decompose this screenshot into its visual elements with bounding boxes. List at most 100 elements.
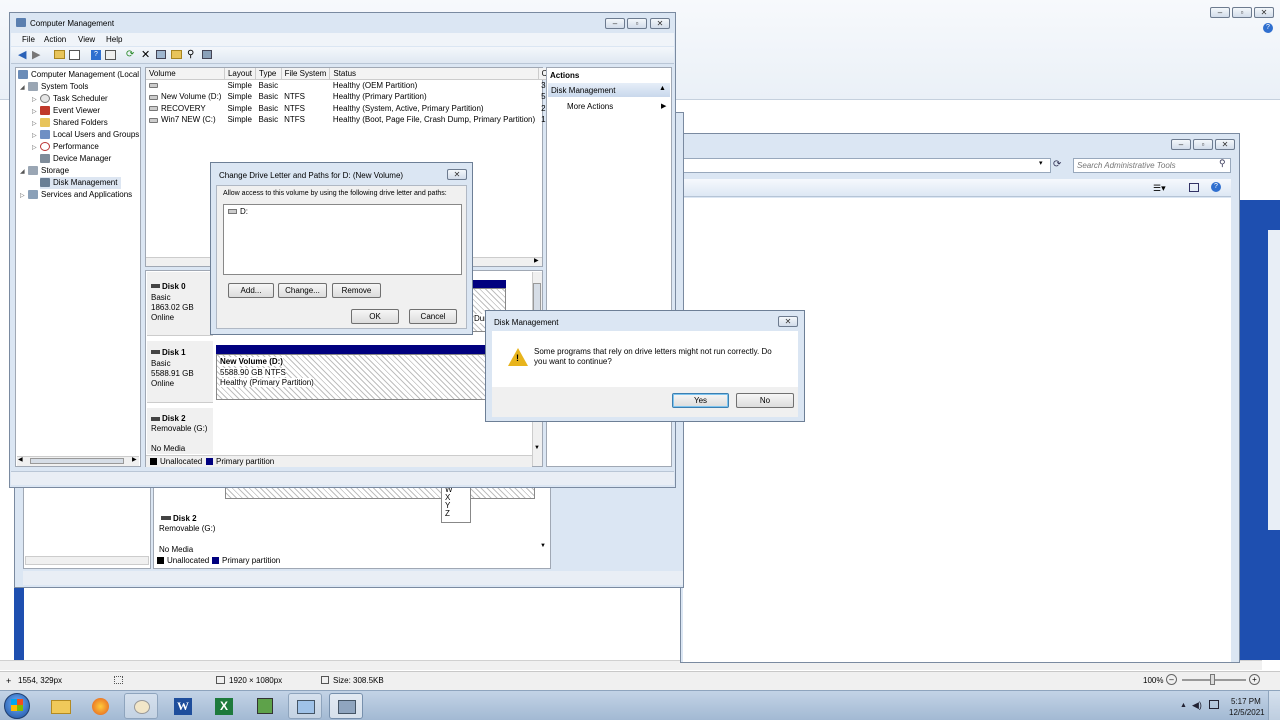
admin-maximize-button[interactable]: ▫ <box>1193 139 1213 150</box>
taskbar-computer-management-icon[interactable] <box>329 693 363 719</box>
cm-close-button[interactable]: ✕ <box>650 18 670 29</box>
tray-time[interactable]: 5:17 PM <box>1231 697 1261 706</box>
show-desktop-button[interactable] <box>1268 691 1280 720</box>
check-disk-icon[interactable] <box>156 50 166 59</box>
tree-scroll-left-icon[interactable]: ◀ <box>18 456 23 463</box>
taskbar-word-icon[interactable]: W <box>166 693 200 719</box>
tray-show-hidden-icon[interactable]: ▲ <box>1180 702 1187 709</box>
event-viewer-icon <box>40 106 50 116</box>
ok-button[interactable]: OK <box>351 309 399 324</box>
search-disk-icon[interactable]: ⚲ <box>187 49 194 60</box>
views-icon[interactable]: ☰▾ <box>1153 183 1166 194</box>
col-volume[interactable]: Volume <box>146 68 225 80</box>
menu-view[interactable]: View <box>78 35 95 44</box>
shared-folder-icon <box>40 118 50 128</box>
change-button[interactable]: Change... <box>278 283 327 298</box>
add-button[interactable]: Add... <box>228 283 274 298</box>
disk-pane-scroll-down-icon[interactable]: ▼ <box>534 445 540 451</box>
zoom-slider-thumb[interactable] <box>1210 674 1215 685</box>
zoom-in-icon[interactable]: + <box>1249 674 1260 685</box>
search-icon[interactable]: ⚲ <box>1219 158 1226 169</box>
up-folder-icon[interactable] <box>54 50 65 59</box>
more-actions[interactable]: More Actions <box>567 102 613 111</box>
col-status[interactable]: Status <box>329 68 539 80</box>
tree-system-tools[interactable]: ◢ System Tools <box>20 81 88 93</box>
admin-minimize-button[interactable]: – <box>1171 139 1191 150</box>
cm-minimize-button[interactable]: – <box>605 18 625 29</box>
bg-maximize-button[interactable]: ▫ <box>1232 7 1252 18</box>
admin-close-button[interactable]: ✕ <box>1215 139 1235 150</box>
tree-storage[interactable]: ◢ Storage <box>20 165 69 177</box>
forward-icon[interactable]: ▶ <box>32 48 40 61</box>
delete-icon[interactable]: ✕ <box>141 48 150 61</box>
cm-maximize-button[interactable]: ▫ <box>627 18 647 29</box>
drive-paths-list[interactable] <box>223 204 462 275</box>
expanded-icon[interactable]: ◢ <box>20 166 28 178</box>
refresh-view-icon[interactable]: ⟳ <box>126 49 134 60</box>
table-row[interactable]: Win7 NEW (C:) Simple Basic NTFS Healthy … <box>146 114 550 126</box>
bg-close-button[interactable]: ✕ <box>1254 7 1274 18</box>
show-hide-tree-icon[interactable] <box>69 50 80 60</box>
bg-minimize-button[interactable]: – <box>1210 7 1230 18</box>
second-scroll-down-icon[interactable]: ▼ <box>540 543 546 549</box>
tree-services[interactable]: ▷ Services and Applications <box>20 189 132 201</box>
taskbar-excel-icon[interactable]: X <box>207 693 241 719</box>
address-dropdown-icon[interactable]: ▾ <box>1039 159 1043 167</box>
second-tree-scrollbar[interactable] <box>25 556 149 565</box>
yes-button[interactable]: Yes <box>672 393 729 408</box>
col-filesystem[interactable]: File System <box>281 68 331 80</box>
settings-icon[interactable] <box>202 50 212 59</box>
tree-local-users[interactable]: ▷ Local Users and Groups <box>32 129 139 141</box>
zoom-out-icon[interactable]: – <box>1166 674 1177 685</box>
confirm-dialog-close-button[interactable]: ✕ <box>778 316 798 327</box>
collapse-icon[interactable]: ▲ <box>659 85 666 92</box>
table-row[interactable]: New Volume (D:) Simple Basic NTFS Health… <box>146 91 550 103</box>
taskbar-firefox-icon[interactable] <box>84 693 118 719</box>
tree-shared-folders[interactable]: ▷ Shared Folders <box>32 117 108 129</box>
col-type[interactable]: Type <box>255 68 282 80</box>
tree-disk-management[interactable]: Disk Management <box>40 177 122 189</box>
tree-scroll-thumb[interactable] <box>30 458 124 464</box>
tree-performance[interactable]: ▷ Performance <box>32 141 99 153</box>
letter-z[interactable]: Z <box>445 510 450 518</box>
change-dialog-close-button[interactable]: ✕ <box>447 169 467 180</box>
drive-entry[interactable]: D: <box>240 207 248 216</box>
remove-button[interactable]: Remove <box>332 283 381 298</box>
expanded-icon[interactable]: ◢ <box>20 82 28 94</box>
taskbar-explorer-icon[interactable] <box>44 693 78 719</box>
taskbar-network-icon[interactable] <box>248 693 282 719</box>
tray-volume-icon[interactable]: ◀) <box>1192 700 1202 711</box>
admin-search-input[interactable] <box>1077 160 1213 171</box>
tree-task-scheduler[interactable]: ▷ Task Scheduler <box>32 93 108 105</box>
table-row[interactable]: Simple Basic Healthy (OEM Partition) 3 <box>146 80 550 92</box>
toolbar-help-icon[interactable]: ? <box>91 50 101 60</box>
refresh-icon[interactable]: ⟳ <box>1053 159 1061 170</box>
tree-device-manager[interactable]: Device Manager <box>40 153 111 165</box>
preview-pane-icon[interactable] <box>1189 183 1199 192</box>
no-button[interactable]: No <box>736 393 794 408</box>
disk-pane-scroll-thumb[interactable] <box>533 283 541 313</box>
col-layout[interactable]: Layout <box>224 68 257 80</box>
collapsed-icon[interactable]: ▷ <box>32 142 40 154</box>
menu-file[interactable]: File <box>22 35 35 44</box>
tray-network-icon[interactable] <box>1209 700 1219 709</box>
menu-help[interactable]: Help <box>106 35 122 44</box>
help-icon[interactable]: ? <box>1263 23 1273 33</box>
open-folder-icon[interactable] <box>171 50 182 59</box>
menu-action[interactable]: Action <box>44 35 66 44</box>
cancel-button[interactable]: Cancel <box>409 309 457 324</box>
properties-icon[interactable] <box>105 50 116 60</box>
tree-scroll-right-icon[interactable]: ▶ <box>132 456 137 463</box>
back-icon[interactable]: ◀ <box>18 48 26 61</box>
volume-scroll-right-icon[interactable]: ▶ <box>534 257 539 264</box>
tree-event-viewer[interactable]: ▷ Event Viewer <box>32 105 100 117</box>
taskbar-paint-icon[interactable] <box>124 693 158 719</box>
admin-help-icon[interactable]: ? <box>1211 182 1221 192</box>
taskbar-control-panel-icon[interactable] <box>288 693 322 719</box>
tray-date[interactable]: 12/5/2021 <box>1229 708 1265 717</box>
address-bar[interactable] <box>683 158 1051 173</box>
tree-root[interactable]: Computer Management (Local <box>18 69 139 81</box>
table-row[interactable]: RECOVERY Simple Basic NTFS Healthy (Syst… <box>146 103 550 115</box>
collapsed-icon[interactable]: ▷ <box>20 190 28 202</box>
clock-icon <box>40 94 50 104</box>
